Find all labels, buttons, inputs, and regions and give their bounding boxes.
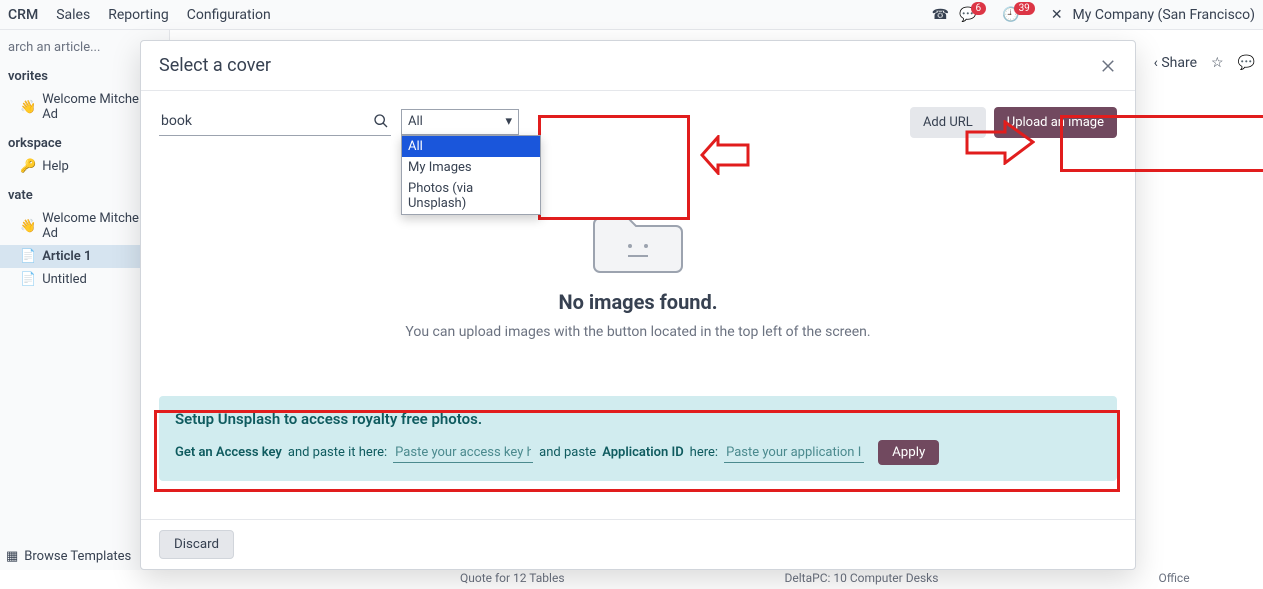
unsplash-text-2: and paste	[539, 445, 596, 460]
chevron-down-icon: ▾	[505, 114, 512, 129]
browse-templates-label: Browse Templates	[24, 549, 131, 564]
filter-selected-label: All	[408, 114, 423, 129]
modal-footer: Discard	[141, 519, 1135, 569]
unsplash-appid-bold: Application ID	[602, 445, 683, 460]
top-menubar: CRM Sales Reporting Configuration ☎ 💬 6 …	[0, 0, 1263, 30]
filter-option-all[interactable]: All	[402, 136, 540, 157]
star-icon[interactable]: ☆	[1211, 55, 1224, 71]
filter-option-unsplash[interactable]: Photos (via Unsplash)	[402, 178, 540, 214]
filter-option-my-images[interactable]: My Images	[402, 157, 540, 178]
share-button[interactable]: ‹ Share	[1154, 55, 1197, 71]
file-icon: 📄	[20, 249, 36, 264]
key-icon: 🔑	[20, 159, 36, 174]
workspace-help-label: Help	[42, 159, 69, 174]
upload-image-button[interactable]: Upload an image	[994, 107, 1117, 138]
company-switcher[interactable]: My Company (San Francisco)	[1073, 7, 1255, 23]
search-input-wrap	[159, 107, 391, 136]
unsplash-text-3: here:	[690, 445, 718, 460]
comment-icon[interactable]: 💬	[1238, 55, 1255, 71]
hand-icon: 👋	[20, 100, 36, 115]
article-label: Article 1	[42, 249, 91, 264]
application-id-input[interactable]	[724, 443, 864, 463]
get-access-key-link[interactable]: Get an Access key	[175, 445, 282, 460]
phone-icon[interactable]: ☎	[932, 7, 949, 23]
chat-badge: 6	[971, 2, 987, 15]
filter-dropdown: All My Images Photos (via Unsplash)	[401, 135, 541, 215]
grid-icon: ▦	[6, 549, 18, 564]
modal-body: All ▾ All My Images Photos (via Unsplash…	[141, 91, 1135, 519]
clock-badge: 39	[1014, 2, 1035, 15]
close-icon[interactable]	[1099, 57, 1117, 75]
menu-sales[interactable]: Sales	[56, 7, 90, 23]
top-menu-right: ☎ 💬 6 🕘 39 ✕ My Company (San Francisco)	[932, 7, 1255, 23]
empty-folder-icon	[588, 196, 688, 276]
share-bar: ‹ Share ☆ 💬	[1154, 55, 1255, 71]
top-menu-left: CRM Sales Reporting Configuration	[8, 7, 271, 23]
modal-header: Select a cover	[141, 41, 1135, 91]
search-input[interactable]	[159, 107, 391, 135]
browse-templates[interactable]: ▦ Browse Templates	[6, 549, 131, 564]
unsplash-text-1: and paste it here:	[288, 445, 387, 460]
tools-icon[interactable]: ✕	[1051, 7, 1063, 23]
modal-title: Select a cover	[159, 55, 271, 76]
menu-configuration[interactable]: Configuration	[187, 7, 271, 23]
bg-card-c: Office	[1158, 571, 1189, 589]
app-name[interactable]: CRM	[8, 7, 38, 23]
hand-icon: 👋	[20, 219, 36, 234]
empty-state: No images found. You can upload images w…	[159, 196, 1117, 340]
empty-subtitle: You can upload images with the button lo…	[159, 324, 1117, 340]
add-url-button[interactable]: Add URL	[910, 107, 986, 138]
unsplash-title: Setup Unsplash to access royalty free ph…	[175, 410, 1101, 428]
access-key-input[interactable]	[393, 443, 533, 463]
bg-card-b: DeltaPC: 10 Computer Desks	[785, 571, 939, 589]
file-icon: 📄	[20, 272, 36, 287]
search-icon[interactable]	[373, 113, 389, 129]
menu-reporting[interactable]: Reporting	[108, 7, 169, 23]
modal-actions: Add URL Upload an image	[910, 107, 1117, 138]
bg-card-a: Quote for 12 Tables	[460, 571, 565, 589]
filter-select[interactable]: All ▾ All My Images Photos (via Unsplash…	[401, 109, 519, 135]
unsplash-setup-box: Setup Unsplash to access royalty free ph…	[159, 396, 1117, 481]
empty-title: No images found.	[159, 290, 1117, 314]
apply-button[interactable]: Apply	[878, 440, 939, 465]
share-label: Share	[1161, 55, 1197, 71]
unsplash-form-row: Get an Access key and paste it here: and…	[175, 440, 1101, 465]
untitled-label: Untitled	[42, 272, 87, 287]
discard-button[interactable]: Discard	[159, 530, 234, 559]
background-kanban: Quote for 12 Tables DeltaPC: 10 Computer…	[170, 571, 1263, 589]
select-cover-modal: Select a cover All ▾ All My Images Photo…	[140, 40, 1136, 570]
